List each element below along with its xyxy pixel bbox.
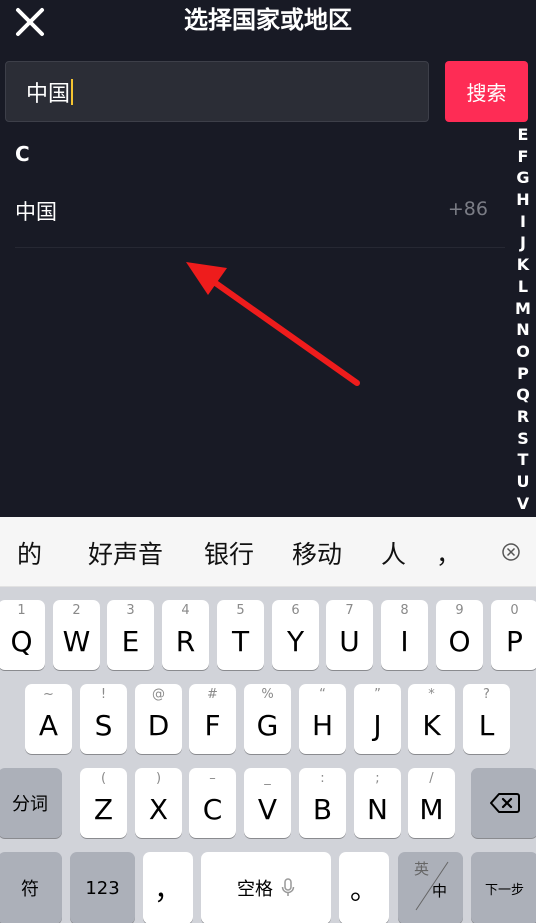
key-m[interactable]: / M — [408, 768, 455, 838]
alpha-index-letter[interactable]: U — [510, 471, 536, 493]
key-c[interactable]: – C — [189, 768, 236, 838]
alpha-index-letter[interactable]: H — [510, 189, 536, 211]
alpha-index-letter[interactable]: R — [510, 406, 536, 428]
key-i[interactable]: 8 I — [381, 600, 428, 670]
alpha-index-letter[interactable]: Q — [510, 384, 536, 406]
key-z[interactable]: ( Z — [80, 768, 127, 838]
next-key[interactable]: 下一步 — [471, 852, 536, 923]
key-y[interactable]: 6 Y — [272, 600, 319, 670]
text-caret — [71, 78, 74, 105]
key-w[interactable]: 2 W — [53, 600, 100, 670]
alpha-index-letter[interactable]: L — [510, 276, 536, 298]
key-h[interactable]: “ H — [299, 684, 346, 754]
search-input[interactable]: 中国 — [5, 61, 429, 122]
comma-key[interactable]: ， — [143, 852, 193, 923]
candidate-word[interactable]: ， — [436, 535, 461, 571]
candidate-word[interactable]: 银行 — [204, 535, 254, 571]
key-r[interactable]: 4 R — [162, 600, 209, 670]
clear-candidates-icon[interactable] — [500, 541, 522, 563]
key-s[interactable]: ! S — [80, 684, 127, 754]
alpha-index-letter[interactable]: K — [510, 254, 536, 276]
key-f[interactable]: # F — [189, 684, 236, 754]
key-j[interactable]: ” J — [354, 684, 401, 754]
candidate-word[interactable]: 的 — [17, 535, 42, 571]
page-title: 选择国家或地区 — [184, 6, 352, 34]
key-a[interactable]: ~ A — [25, 684, 72, 754]
backspace-icon — [489, 793, 520, 813]
period-key[interactable]: 。 — [339, 852, 389, 923]
key-d[interactable]: @ D — [135, 684, 182, 754]
key-g[interactable]: % G — [244, 684, 291, 754]
alpha-index-letter[interactable]: P — [510, 363, 536, 385]
space-key[interactable]: 空格 — [201, 852, 331, 923]
alpha-index-letter[interactable]: F — [510, 146, 536, 168]
header: 选择国家或地区 — [0, 0, 536, 44]
language-switch-key[interactable]: 英 中 — [398, 852, 463, 923]
alpha-index-letter[interactable]: G — [510, 167, 536, 189]
key-p[interactable]: 0 P — [491, 600, 536, 670]
alpha-index-letter[interactable]: T — [510, 449, 536, 471]
alpha-index-letter[interactable]: V — [510, 493, 536, 515]
key-x[interactable]: ) X — [135, 768, 182, 838]
language-switch-label: 英 中 — [398, 852, 463, 923]
alpha-index-letter[interactable]: N — [510, 319, 536, 341]
key-o[interactable]: 9 O — [436, 600, 483, 670]
row-divider — [15, 247, 505, 248]
alpha-index-letter[interactable]: M — [510, 298, 536, 320]
key-v[interactable]: _ V — [244, 768, 291, 838]
key-q[interactable]: 1 Q — [0, 600, 45, 670]
key-u[interactable]: 7 U — [326, 600, 373, 670]
backspace-key[interactable] — [471, 768, 536, 838]
microphone-icon — [281, 878, 295, 896]
divider-slash — [415, 861, 449, 911]
country-row-china[interactable]: 中国 +86 — [0, 180, 505, 248]
symbol-key[interactable]: 符 — [0, 852, 62, 923]
key-e[interactable]: 3 E — [107, 600, 154, 670]
country-dial-code: +86 — [447, 198, 488, 220]
key-t[interactable]: 5 T — [217, 600, 264, 670]
key-k[interactable]: * K — [408, 684, 455, 754]
candidate-word[interactable]: 人 — [381, 535, 406, 571]
candidate-word[interactable]: 好声音 — [88, 535, 163, 571]
ime-candidate-bar: 的 好声音 银行 移动 人 ， — [0, 517, 536, 587]
alphabet-index[interactable]: E F G H I J K L M N O P Q R S T U V — [510, 124, 536, 514]
numbers-key[interactable]: 123 — [70, 852, 135, 923]
key-l[interactable]: ? L — [463, 684, 510, 754]
alpha-index-letter[interactable]: J — [510, 232, 536, 254]
key-n[interactable]: ; N — [354, 768, 401, 838]
key-b[interactable]: : B — [299, 768, 346, 838]
alpha-index-letter[interactable]: E — [510, 124, 536, 146]
alpha-index-letter[interactable]: I — [510, 211, 536, 233]
alpha-index-letter[interactable]: S — [510, 428, 536, 450]
ime-keyboard: 1 Q 2 W 3 E 4 R 5 T 6 Y 7 U 8 I 9 O 0 P … — [0, 587, 536, 923]
country-name: 中国 — [15, 200, 57, 224]
search-input-value: 中国 — [26, 81, 71, 107]
search-button[interactable]: 搜索 — [445, 61, 528, 122]
alpha-index-letter[interactable]: O — [510, 341, 536, 363]
fenci-key[interactable]: 分词 — [0, 768, 62, 838]
candidate-word[interactable]: 移动 — [292, 535, 342, 571]
section-header-letter: C — [15, 142, 30, 166]
